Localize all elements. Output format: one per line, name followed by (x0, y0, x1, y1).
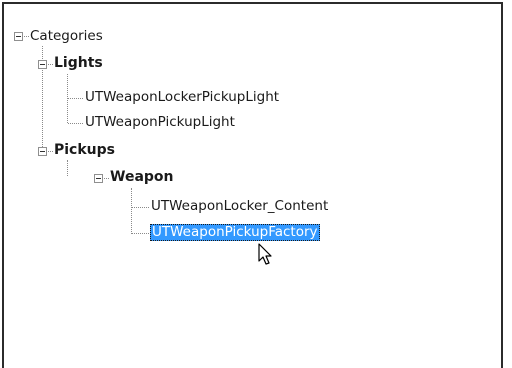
collapse-pickups-icon[interactable] (38, 147, 47, 156)
category-tree: Categories Lights UTWeaponLockerPickupLi… (4, 4, 501, 368)
collapse-weapon-icon[interactable] (94, 174, 103, 183)
tree-node-lights[interactable]: Lights (52, 55, 105, 72)
collapse-categories-icon[interactable] (14, 32, 23, 41)
tree-item-utweaponpickuplight[interactable]: UTWeaponPickupLight (83, 114, 237, 131)
tree-item-utweaponpickupfactory-selected[interactable]: UTWeaponPickupFactory (150, 224, 320, 241)
tree-connector (67, 160, 68, 176)
tree-connector (132, 207, 149, 208)
tree-node-categories[interactable]: Categories (28, 28, 105, 45)
mouse-pointer-icon (258, 243, 274, 271)
collapse-lights-icon[interactable] (38, 60, 47, 69)
tree-node-weapon[interactable]: Weapon (108, 169, 176, 186)
tree-connector (68, 123, 83, 124)
tree-node-pickups[interactable]: Pickups (52, 142, 117, 159)
tree-panel: Categories Lights UTWeaponLockerPickupLi… (2, 2, 503, 368)
tree-connector (131, 188, 132, 234)
tree-item-utweaponlockerpickuplight[interactable]: UTWeaponLockerPickupLight (83, 89, 281, 106)
tree-connector (132, 233, 149, 234)
tree-connector (68, 98, 83, 99)
tree-item-utweaponlocker-content[interactable]: UTWeaponLocker_Content (149, 198, 330, 215)
